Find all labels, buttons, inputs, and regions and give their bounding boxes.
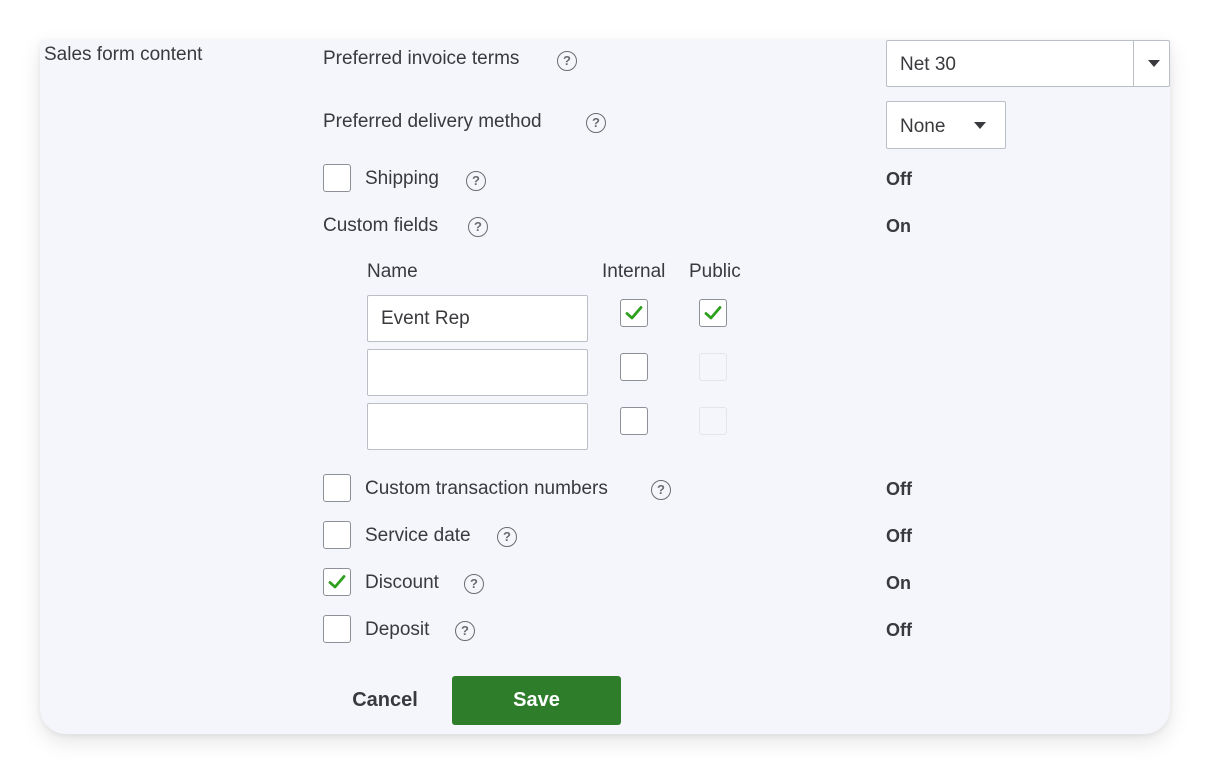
discount-label: Discount <box>365 572 439 593</box>
delivery-method-label: Preferred delivery method <box>323 111 542 132</box>
chevron-down-icon <box>974 122 986 129</box>
custom-transaction-numbers-checkbox[interactable] <box>323 474 351 502</box>
checkmark-icon <box>625 306 643 320</box>
help-icon[interactable]: ? <box>497 527 517 547</box>
help-icon[interactable]: ? <box>651 480 671 500</box>
delivery-method-value: None <box>900 116 946 137</box>
deposit-status: Off <box>886 620 912 640</box>
help-icon[interactable]: ? <box>586 113 606 133</box>
custom-field-name-input[interactable] <box>367 349 588 396</box>
shipping-status: Off <box>886 169 912 189</box>
service-date-status: Off <box>886 526 912 546</box>
deposit-label: Deposit <box>365 619 430 640</box>
service-date-label: Service date <box>365 525 471 546</box>
custom-field-internal-checkbox[interactable] <box>620 353 648 381</box>
custom-transaction-numbers-status: Off <box>886 479 912 499</box>
custom-fields-status: On <box>886 216 911 236</box>
help-icon[interactable]: ? <box>557 51 577 71</box>
delivery-method-select[interactable]: None <box>886 101 1006 149</box>
custom-field-public-checkbox <box>699 353 727 381</box>
shipping-label: Shipping <box>365 168 439 189</box>
column-header-public: Public <box>689 261 741 282</box>
checkmark-icon <box>704 306 722 320</box>
help-icon[interactable]: ? <box>466 171 486 191</box>
custom-field-internal-checkbox[interactable] <box>620 299 648 327</box>
custom-field-name-input[interactable] <box>367 403 588 450</box>
column-header-name: Name <box>367 261 418 282</box>
custom-transaction-numbers-label: Custom transaction numbers <box>365 478 608 499</box>
discount-checkbox[interactable] <box>323 568 351 596</box>
checkmark-icon <box>328 575 346 589</box>
chevron-down-icon <box>1148 60 1160 67</box>
invoice-terms-select[interactable]: Net 30 <box>886 40 1170 87</box>
invoice-terms-value: Net 30 <box>900 54 956 75</box>
section-title: Sales form content <box>44 44 203 65</box>
deposit-checkbox[interactable] <box>323 615 351 643</box>
service-date-checkbox[interactable] <box>323 521 351 549</box>
help-icon[interactable]: ? <box>468 217 488 237</box>
help-icon[interactable]: ? <box>455 621 475 641</box>
save-button[interactable]: Save <box>452 676 621 725</box>
discount-status: On <box>886 573 911 593</box>
custom-field-public-checkbox[interactable] <box>699 299 727 327</box>
custom-field-name-input[interactable]: Event Rep <box>367 295 588 342</box>
help-icon[interactable]: ? <box>464 574 484 594</box>
column-header-internal: Internal <box>602 261 666 282</box>
custom-field-public-checkbox <box>699 407 727 435</box>
shipping-checkbox[interactable] <box>323 164 351 192</box>
select-divider <box>1133 41 1134 86</box>
cancel-button[interactable]: Cancel <box>338 676 432 725</box>
invoice-terms-label: Preferred invoice terms <box>323 48 520 69</box>
custom-fields-label: Custom fields <box>323 215 439 236</box>
custom-field-internal-checkbox[interactable] <box>620 407 648 435</box>
